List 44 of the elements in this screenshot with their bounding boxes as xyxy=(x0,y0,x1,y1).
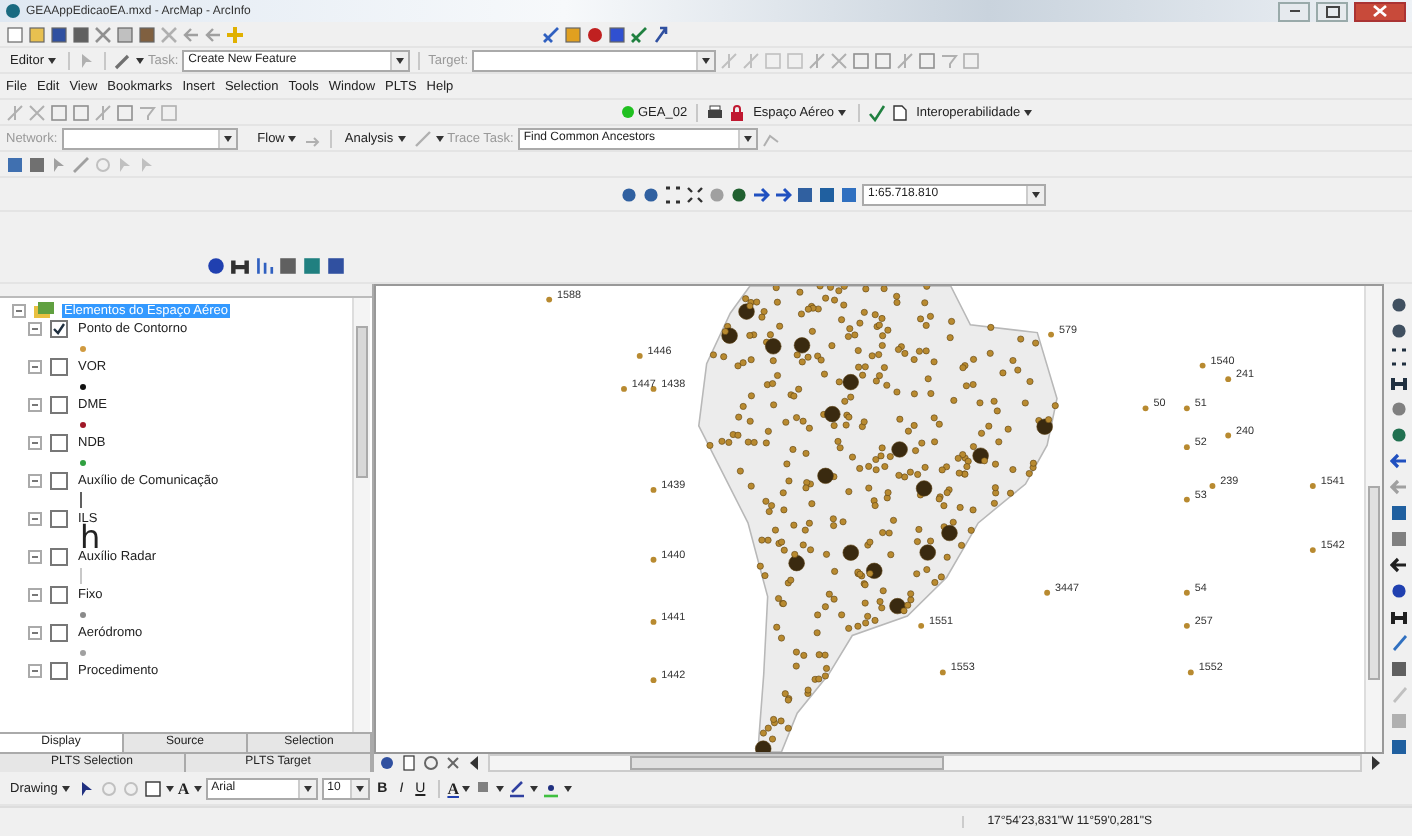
layer-checkbox[interactable] xyxy=(50,548,68,566)
close-icon xyxy=(1372,4,1388,18)
horizontal-scrollbar[interactable] xyxy=(488,754,1362,772)
expand-toggle[interactable] xyxy=(28,512,42,526)
vertical-scrollbar[interactable] xyxy=(1364,286,1382,752)
close-button[interactable] xyxy=(1354,1,1406,21)
font-color-button[interactable]: A xyxy=(447,779,459,797)
layer-checkbox[interactable] xyxy=(50,586,68,604)
expand-toggle[interactable] xyxy=(28,474,42,488)
connection-status-icon xyxy=(622,106,634,118)
layer-checkbox[interactable] xyxy=(50,320,68,338)
layer-checkbox[interactable] xyxy=(50,472,68,490)
expand-toggle[interactable] xyxy=(28,664,42,678)
line-color-icon[interactable] xyxy=(508,779,527,797)
checkmark-icon[interactable] xyxy=(868,103,887,121)
minimize-button[interactable] xyxy=(1278,1,1310,21)
document-icon[interactable] xyxy=(890,103,909,121)
expand-toggle[interactable] xyxy=(28,626,42,640)
layer-group-icon xyxy=(34,302,54,320)
text-tool-button[interactable]: A xyxy=(177,779,190,797)
lock-icon[interactable] xyxy=(727,103,746,121)
app-logo-icon xyxy=(6,4,20,18)
expand-toggle[interactable] xyxy=(12,304,26,318)
layer-checkbox[interactable] xyxy=(50,358,68,376)
symbol-glyph: h xyxy=(80,528,101,548)
expand-toggle[interactable] xyxy=(28,398,42,412)
vertical-scrollbar[interactable] xyxy=(352,298,370,732)
cut-icon[interactable] xyxy=(94,25,112,43)
open-folder-icon[interactable] xyxy=(28,25,46,43)
rectangle-icon[interactable] xyxy=(143,779,162,797)
marker-color-icon[interactable] xyxy=(542,779,561,797)
network-dropdown[interactable] xyxy=(61,127,238,149)
expand-toggle[interactable] xyxy=(28,588,42,602)
expand-toggle[interactable] xyxy=(28,550,42,564)
layer-checkbox[interactable] xyxy=(50,624,68,642)
layer-checkbox[interactable] xyxy=(50,434,68,452)
layer-checkbox[interactable] xyxy=(50,396,68,414)
expand-toggle[interactable] xyxy=(28,436,42,450)
layer-checkbox[interactable] xyxy=(50,662,68,680)
expand-toggle[interactable] xyxy=(28,360,42,374)
maximize-button[interactable] xyxy=(1316,1,1348,21)
layer-checkbox[interactable] xyxy=(50,510,68,528)
expand-toggle[interactable] xyxy=(28,322,42,336)
printer-icon[interactable] xyxy=(705,103,724,121)
